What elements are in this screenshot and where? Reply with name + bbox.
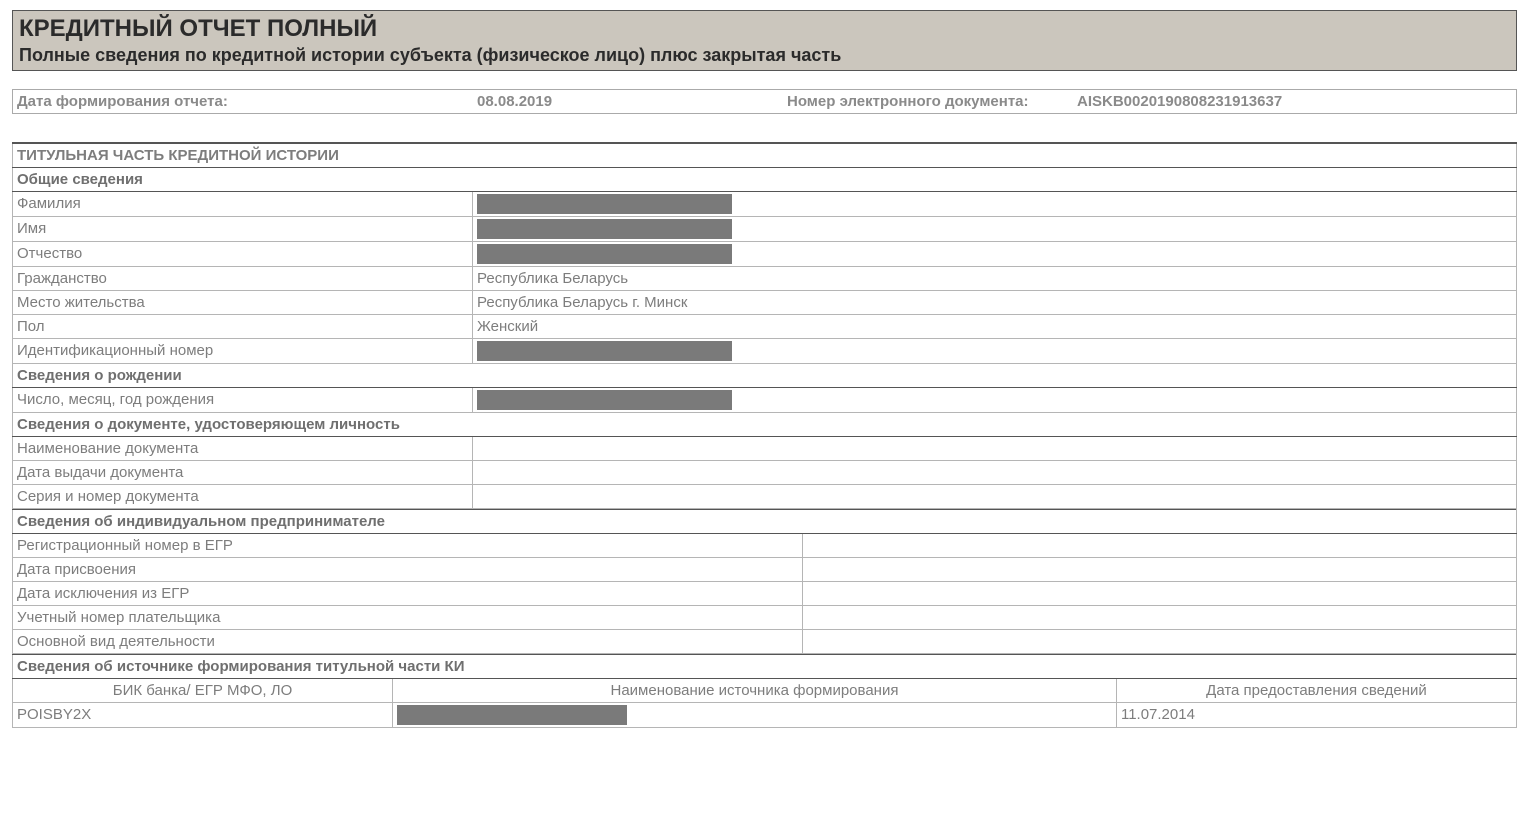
subhead-general: Общие сведения xyxy=(13,167,1517,191)
meta-date-value: 08.08.2019 xyxy=(473,93,783,110)
label-regnum: Регистрационный номер в ЕГР xyxy=(13,533,803,557)
label-sex: Пол xyxy=(13,314,473,338)
ip-section-table: Сведения об индивидуальном предпринимате… xyxy=(12,509,1517,654)
value-citizenship: Республика Беларусь xyxy=(473,266,1517,290)
meta-date-label: Дата формирования отчета: xyxy=(13,93,473,110)
src-row-name xyxy=(393,702,1117,727)
label-idnum: Идентификационный номер xyxy=(13,338,473,363)
report-title: КРЕДИТНЫЙ ОТЧЕТ ПОЛНЫЙ xyxy=(19,15,1510,43)
section-title: ТИТУЛЬНАЯ ЧАСТЬ КРЕДИТНОЙ ИСТОРИИ xyxy=(13,143,1517,167)
value-sex: Женский xyxy=(473,314,1517,338)
label-residence: Место жительства xyxy=(13,290,473,314)
redacted-block xyxy=(477,244,732,264)
subhead-ip: Сведения об индивидуальном предпринимате… xyxy=(13,509,1517,533)
value-idnum xyxy=(473,338,1517,363)
report-meta-row: Дата формирования отчета: 08.08.2019 Ном… xyxy=(12,89,1517,114)
label-docname: Наименование документа xyxy=(13,436,473,460)
label-patronymic: Отчество xyxy=(13,241,473,266)
subhead-source: Сведения об источнике формирования титул… xyxy=(13,654,1517,678)
value-assigndate xyxy=(803,557,1517,581)
label-surname: Фамилия xyxy=(13,191,473,216)
subhead-iddoc: Сведения о документе, удостоверяющем лич… xyxy=(13,412,1517,436)
value-taxnum xyxy=(803,605,1517,629)
value-docseries xyxy=(473,484,1517,508)
label-firstname: Имя xyxy=(13,216,473,241)
label-assigndate: Дата присвоения xyxy=(13,557,803,581)
value-regnum xyxy=(803,533,1517,557)
value-mainact xyxy=(803,629,1517,653)
src-row-date: 11.07.2014 xyxy=(1116,702,1516,727)
value-patronymic xyxy=(473,241,1517,266)
src-header-bic: БИК банка/ ЕГР МФО, ЛО xyxy=(13,678,393,702)
value-surname xyxy=(473,191,1517,216)
redacted-block xyxy=(477,219,732,239)
title-section-table: ТИТУЛЬНАЯ ЧАСТЬ КРЕДИТНОЙ ИСТОРИИ Общие … xyxy=(12,142,1517,509)
label-mainact: Основной вид деятельности xyxy=(13,629,803,653)
report-subtitle: Полные сведения по кредитной истории суб… xyxy=(19,45,1510,66)
label-docseries: Серия и номер документа xyxy=(13,484,473,508)
subhead-birth: Сведения о рождении xyxy=(13,363,1517,387)
src-header-date: Дата предоставления сведений xyxy=(1116,678,1516,702)
value-exclusiondate xyxy=(803,581,1517,605)
meta-docnum-value: AISKB0020190808231913637 xyxy=(1073,93,1516,110)
redacted-block xyxy=(477,194,732,214)
label-exclusiondate: Дата исключения из ЕГР xyxy=(13,581,803,605)
source-section-table: Сведения об источнике формирования титул… xyxy=(12,654,1517,728)
redacted-block xyxy=(397,705,627,725)
label-docissue: Дата выдачи документа xyxy=(13,460,473,484)
redacted-block xyxy=(477,341,732,361)
redacted-block xyxy=(477,390,732,410)
value-dob xyxy=(473,387,1517,412)
label-dob: Число, месяц, год рождения xyxy=(13,387,473,412)
value-firstname xyxy=(473,216,1517,241)
value-docissue xyxy=(473,460,1517,484)
src-header-name: Наименование источника формирования xyxy=(393,678,1117,702)
value-residence: Республика Беларусь г. Минск xyxy=(473,290,1517,314)
src-row-bic: POISBY2X xyxy=(13,702,393,727)
label-citizenship: Гражданство xyxy=(13,266,473,290)
meta-docnum-label: Номер электронного документа: xyxy=(783,93,1073,110)
label-taxnum: Учетный номер плательщика xyxy=(13,605,803,629)
report-header: КРЕДИТНЫЙ ОТЧЕТ ПОЛНЫЙ Полные сведения п… xyxy=(12,10,1517,71)
value-docname xyxy=(473,436,1517,460)
